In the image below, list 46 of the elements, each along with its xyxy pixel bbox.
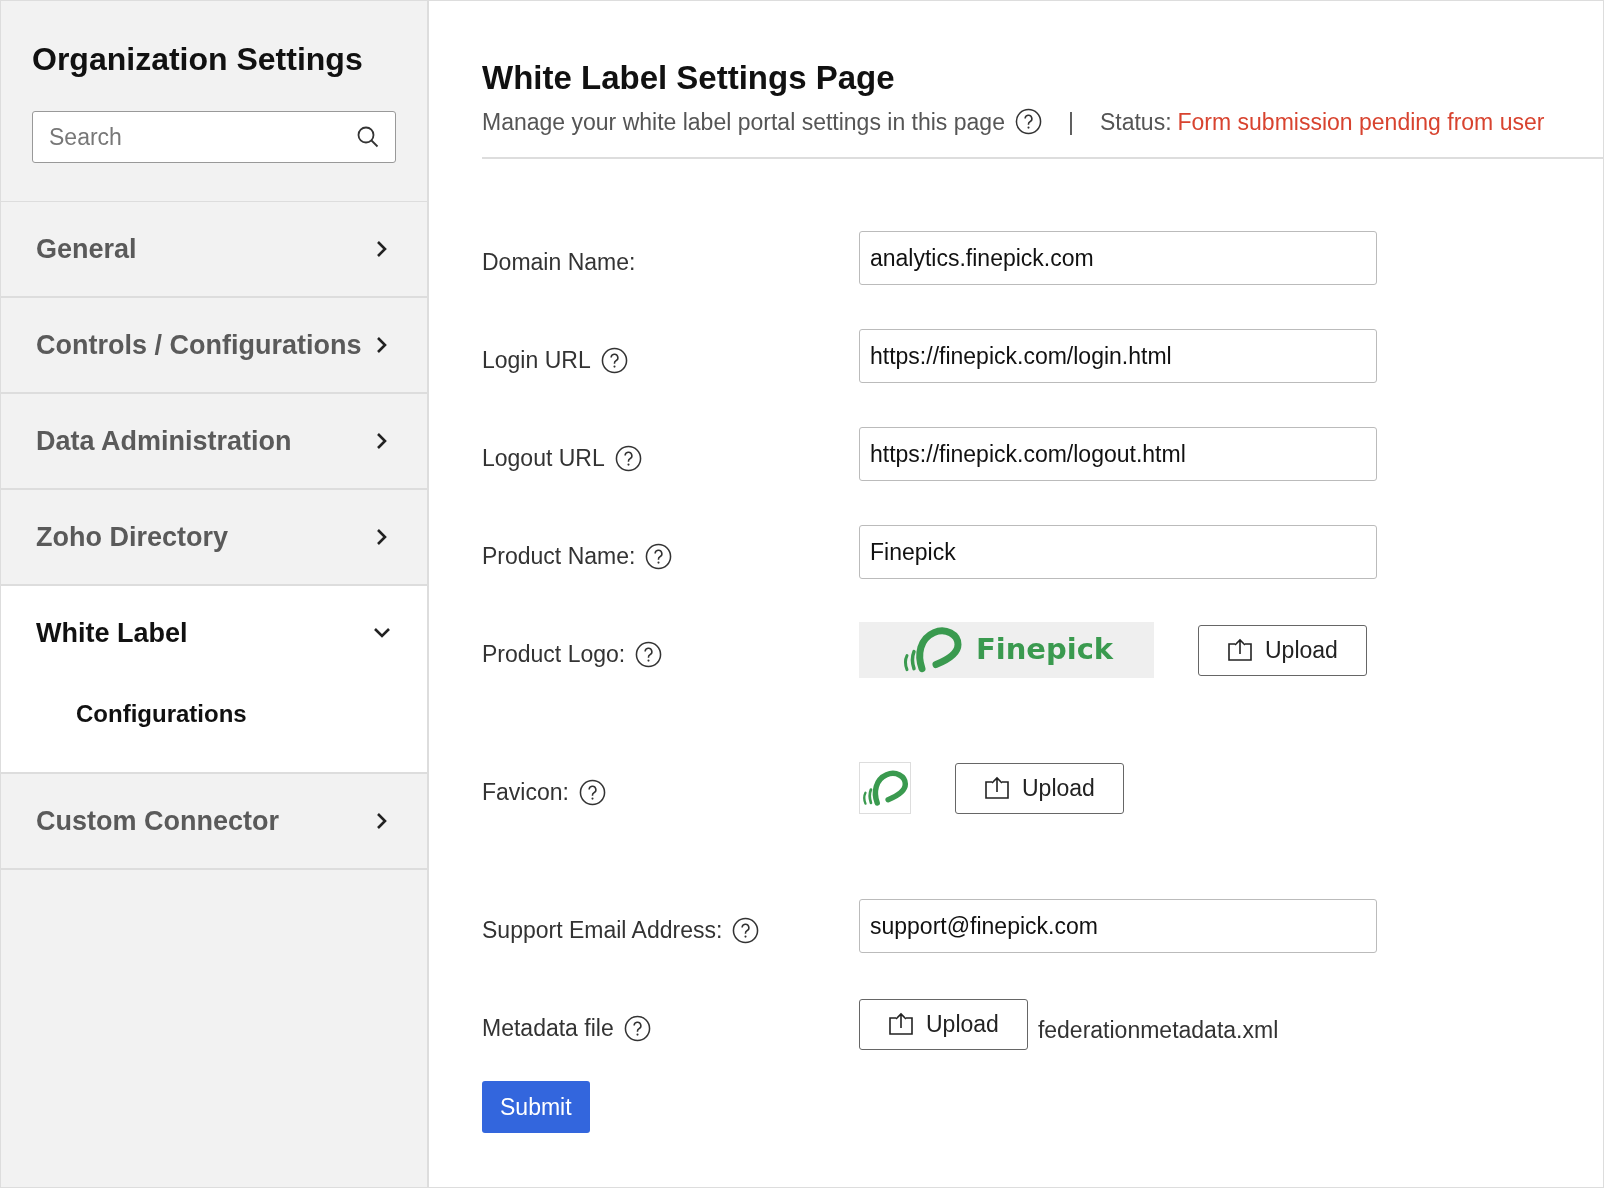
upload-icon bbox=[1227, 638, 1253, 662]
help-icon[interactable] bbox=[623, 1014, 651, 1042]
file-name: federationmetadata.xml bbox=[1037, 1015, 1279, 1045]
field-label: Support Email Address: bbox=[482, 915, 723, 945]
upload-icon bbox=[888, 1012, 914, 1036]
page-subtitle: Manage your white label portal settings in this page bbox=[482, 107, 1005, 137]
field-label: Login URL bbox=[482, 345, 591, 375]
sidebar-subitem[interactable]: Configurations bbox=[1, 680, 427, 772]
text-field[interactable]: analytics.finepick.com bbox=[859, 231, 1377, 285]
help-icon[interactable] bbox=[1014, 108, 1042, 136]
upload-button[interactable]: Upload bbox=[955, 762, 1124, 814]
help-icon[interactable] bbox=[614, 444, 642, 472]
sidebar-item[interactable]: General bbox=[1, 202, 427, 296]
help-icon[interactable] bbox=[578, 778, 606, 806]
sidebar-item[interactable]: Data Administration bbox=[1, 394, 427, 488]
field-label: Favicon: bbox=[482, 777, 569, 807]
logo-mark-icon bbox=[860, 768, 910, 808]
sidebar-item[interactable]: Zoho Directory bbox=[1, 490, 427, 584]
search-icon[interactable] bbox=[356, 125, 380, 149]
upload-icon bbox=[984, 776, 1010, 800]
field-label: Logout URL bbox=[482, 443, 605, 473]
text-field[interactable]: https://finepick.com/logout.html bbox=[859, 427, 1377, 481]
text-field[interactable]: support@finepick.com bbox=[859, 899, 1377, 953]
separator: | bbox=[1066, 107, 1075, 137]
help-icon[interactable] bbox=[645, 542, 673, 570]
status-value: Form submission pending from user bbox=[1177, 107, 1545, 137]
text-field[interactable]: https://finepick.com/login.html bbox=[859, 329, 1377, 383]
search-field[interactable]: Search bbox=[32, 111, 396, 163]
field-label: Product Logo: bbox=[482, 639, 626, 669]
help-icon[interactable] bbox=[600, 346, 628, 374]
upload-button[interactable]: Upload bbox=[859, 998, 1028, 1050]
sidebar-item[interactable]: White Label bbox=[1, 586, 427, 680]
submit-button[interactable]: Submit bbox=[482, 1081, 590, 1133]
field-label: Metadata file bbox=[482, 1013, 614, 1043]
status-label: Status: bbox=[1099, 107, 1172, 137]
help-icon[interactable] bbox=[635, 640, 663, 668]
text-field[interactable]: Finepick bbox=[859, 525, 1377, 579]
page-title: White Label Settings Page bbox=[482, 58, 896, 98]
sidebar-item[interactable]: Controls / Configurations bbox=[1, 298, 427, 392]
field-label: Product Name: bbox=[482, 541, 636, 571]
upload-button[interactable]: Upload bbox=[1198, 624, 1367, 676]
field-label: Domain Name: bbox=[482, 247, 636, 277]
sidebar-item[interactable]: Custom Connector bbox=[1, 774, 427, 868]
product-logo: Finepick bbox=[859, 622, 1154, 678]
sidebar-title: Organization Settings bbox=[31, 40, 364, 79]
help-icon[interactable] bbox=[732, 916, 760, 944]
